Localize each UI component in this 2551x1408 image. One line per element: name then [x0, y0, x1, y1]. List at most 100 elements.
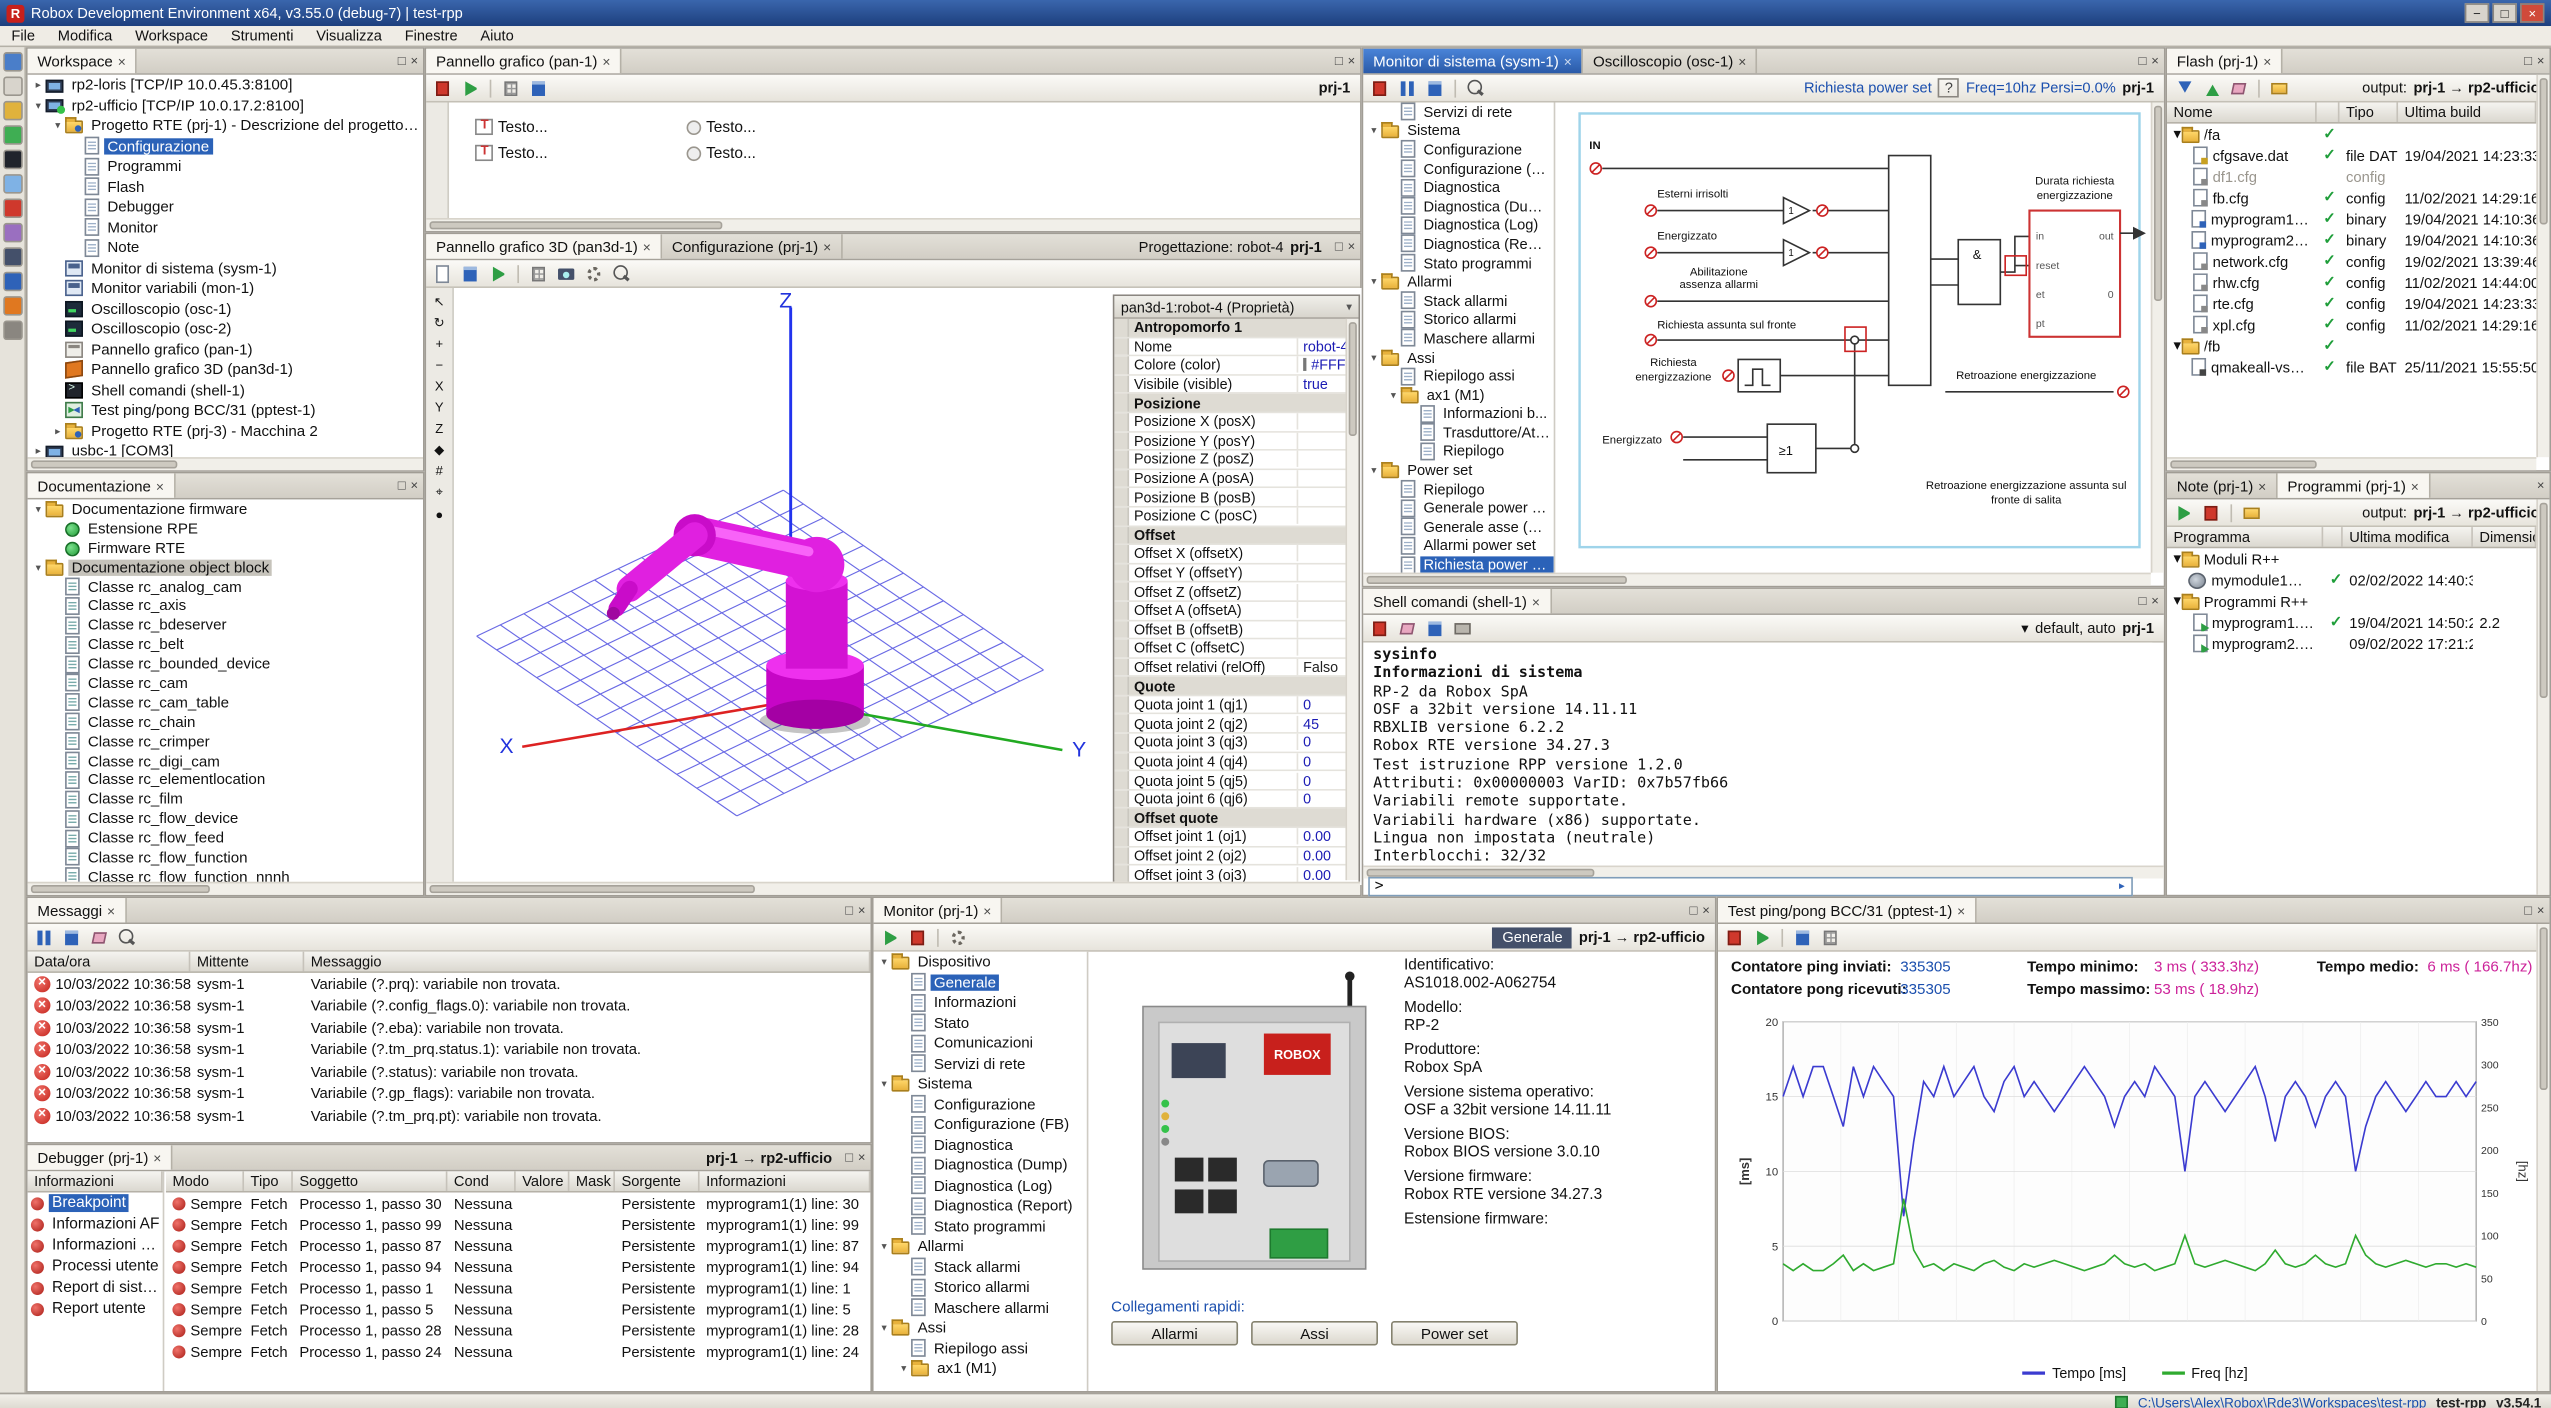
print-icon[interactable] — [1451, 617, 1474, 638]
folder-icon[interactable] — [2240, 502, 2263, 523]
column-header[interactable]: Ultima modifica — [2343, 527, 2473, 547]
float-icon[interactable] — [2139, 54, 2147, 69]
tree-item[interactable]: Riepilogo — [1363, 442, 1553, 461]
tree-item[interactable]: Diagnostica (Dump) — [1363, 197, 1553, 216]
column-header[interactable]: Dimensione — [2473, 527, 2536, 547]
vertical-scrollbar[interactable] — [2536, 924, 2549, 1391]
tree-item[interactable]: ▾ Progetto RTE (prj-1) - Descrizione del… — [28, 116, 423, 136]
program-row[interactable]: ▾Moduli R++ — [2167, 548, 2536, 569]
tree-item[interactable]: ▾ Sistema — [874, 1074, 1087, 1094]
property-row[interactable]: Visibile (visible) true — [1114, 375, 1358, 394]
program-row[interactable]: ▾Programmi R++ — [2167, 591, 2536, 612]
menu-item[interactable]: Visualizza — [305, 26, 393, 46]
column-header[interactable] — [2323, 527, 2343, 547]
file-row[interactable]: xpl.cfg ✓ config 11/02/2021 14:29:16 — [2167, 314, 2536, 335]
horizontal-scrollbar[interactable] — [28, 457, 423, 470]
menu-item[interactable]: Modifica — [46, 26, 123, 46]
debug-category[interactable]: Processi utente — [28, 1256, 163, 1277]
tree-item[interactable]: Classe rc_flow_feed — [28, 828, 423, 847]
close-icon[interactable] — [602, 53, 610, 69]
tree-item[interactable]: ▾ Documentazione firmware — [28, 499, 423, 518]
stop-icon[interactable] — [906, 927, 929, 948]
grid-icon[interactable] — [1819, 927, 1842, 948]
expand-arrow-icon[interactable]: ▾ — [31, 503, 46, 516]
tree-item[interactable]: Configurazione — [874, 1094, 1087, 1114]
tab-pannello-grafico[interactable]: Pannello grafico (pan-1) — [426, 49, 622, 73]
download-icon[interactable] — [2172, 77, 2195, 98]
expand-arrow-icon[interactable]: ▾ — [1367, 124, 1382, 137]
tab-messaggi[interactable]: Messaggi — [28, 898, 127, 922]
tree-item[interactable]: Debugger — [28, 197, 423, 217]
file-row[interactable]: qmakeall-vs20... ✓ file BAT 25/11/2021 1… — [2167, 356, 2536, 377]
close-icon[interactable] — [1957, 902, 1965, 918]
tree-item[interactable]: Classe rc_film — [28, 790, 423, 809]
tree-item[interactable]: Riepilogo assi — [874, 1338, 1087, 1358]
tree-item[interactable]: Servizi di rete — [1363, 102, 1553, 121]
connect-icon[interactable] — [2, 125, 22, 145]
tree-item[interactable]: Comunicazioni — [874, 1033, 1087, 1053]
tree-item[interactable]: Flash — [28, 177, 423, 197]
expand-arrow-icon[interactable]: ▾ — [1386, 388, 1401, 401]
debug-category[interactable]: Report utente — [28, 1298, 163, 1319]
run-icon[interactable] — [486, 263, 509, 284]
tree-item[interactable]: Riepilogo — [1363, 480, 1553, 499]
run-icon[interactable] — [879, 927, 902, 948]
column-header[interactable] — [2317, 102, 2340, 122]
documentation-icon[interactable] — [2, 272, 22, 292]
breakpoint-row[interactable]: Sempre Fetch Processo 1, passo 5 Nessuna… — [166, 1298, 870, 1319]
expand-arrow-icon[interactable]: ▾ — [50, 119, 65, 132]
column-header[interactable]: Cond — [447, 1171, 515, 1191]
tree-item[interactable]: Classe rc_crimper — [28, 732, 423, 751]
help-icon[interactable]: ? — [1938, 78, 1959, 98]
legend-item[interactable]: Freq [hz] — [2162, 1365, 2248, 1381]
property-row[interactable]: Quota joint 6 (qj6) 0 — [1114, 790, 1358, 809]
close-icon[interactable] — [2411, 477, 2419, 493]
tree-item[interactable]: Classe rc_analog_cam — [28, 577, 423, 596]
close-icon[interactable] — [643, 238, 651, 254]
field-value[interactable]: RP-2 — [1404, 1017, 1697, 1035]
breakpoint-row[interactable]: Sempre Fetch Processo 1, passo 99 Nessun… — [166, 1214, 870, 1235]
tree-item[interactable]: ▾ Assi — [874, 1318, 1087, 1338]
property-row[interactable]: Posizione Z (posZ) — [1114, 451, 1358, 470]
tree-item[interactable]: Classe rc_cam_table — [28, 693, 423, 712]
field-value[interactable]: OSF a 32bit versione 14.11.11 — [1404, 1101, 1697, 1119]
stop-icon[interactable] — [2, 198, 22, 218]
tab-pannello-3d[interactable]: Pannello grafico 3D (pan3d-1) — [426, 234, 662, 258]
debug-category[interactable]: Report di sistema — [28, 1277, 163, 1298]
tree-item[interactable]: Generale asse (pow... — [1363, 517, 1553, 536]
column-header[interactable]: Tipo — [2339, 102, 2398, 122]
expand-arrow-icon[interactable]: ▸ — [50, 424, 65, 437]
tree-item[interactable]: ▾ rp2-ufficio [TCP/IP 10.0.17.2:8100] — [28, 95, 423, 115]
pause-icon[interactable] — [33, 927, 56, 948]
tree-item[interactable]: Monitor di sistema (sysm-1) — [28, 258, 423, 278]
field-value[interactable]: AS1018.002-A062754 — [1404, 975, 1697, 993]
tree-item[interactable]: Stack allarmi — [1363, 291, 1553, 310]
tree-item[interactable]: Servizi di rete — [874, 1053, 1087, 1073]
tree-item[interactable]: ▾ ax1 (M1) — [874, 1358, 1087, 1378]
close-icon[interactable] — [858, 903, 866, 918]
tree-item[interactable]: Diagnostica (Log) — [874, 1175, 1087, 1195]
close-icon[interactable] — [2537, 903, 2545, 918]
tree-item[interactable]: Configurazione — [28, 136, 423, 156]
power-set-button[interactable]: Power set — [1391, 1321, 1518, 1345]
column-header[interactable]: Sorgente — [615, 1171, 700, 1191]
target-icon[interactable]: ⌖ — [436, 485, 443, 501]
expand-arrow-icon[interactable]: ▾ — [877, 955, 892, 968]
panel3d-icon[interactable] — [2, 247, 22, 267]
breakpoint-row[interactable]: Sempre Fetch Processo 1, passo 94 Nessun… — [166, 1256, 870, 1277]
new-icon[interactable] — [431, 263, 454, 284]
property-row[interactable]: Colore (color) #FFFFFF — [1114, 357, 1358, 376]
tree-item[interactable]: Maschere allarmi — [874, 1297, 1087, 1317]
program-row[interactable]: mymodule1@1.0.0... ✓ 02/02/2022 14:40:34 — [2167, 569, 2536, 590]
field-value[interactable]: Robox BIOS versione 3.0.10 — [1404, 1144, 1697, 1162]
close-icon[interactable] — [1702, 903, 1710, 918]
message-row[interactable]: 10/03/2022 10:36:58 sysm-1 Variabile (?.… — [28, 1061, 871, 1083]
file-row[interactable]: ▾/fa ✓ — [2167, 124, 2536, 145]
snapshot-icon[interactable]: ● — [435, 508, 443, 523]
message-row[interactable]: 10/03/2022 10:36:58 sysm-1 Variabile (?.… — [28, 973, 871, 995]
stop-icon[interactable] — [431, 77, 454, 98]
float-icon[interactable] — [398, 54, 406, 69]
tree-item[interactable]: Diagnostica — [874, 1135, 1087, 1155]
close-icon[interactable] — [1738, 53, 1746, 69]
graphic-item[interactable]: Testo... — [687, 114, 898, 140]
